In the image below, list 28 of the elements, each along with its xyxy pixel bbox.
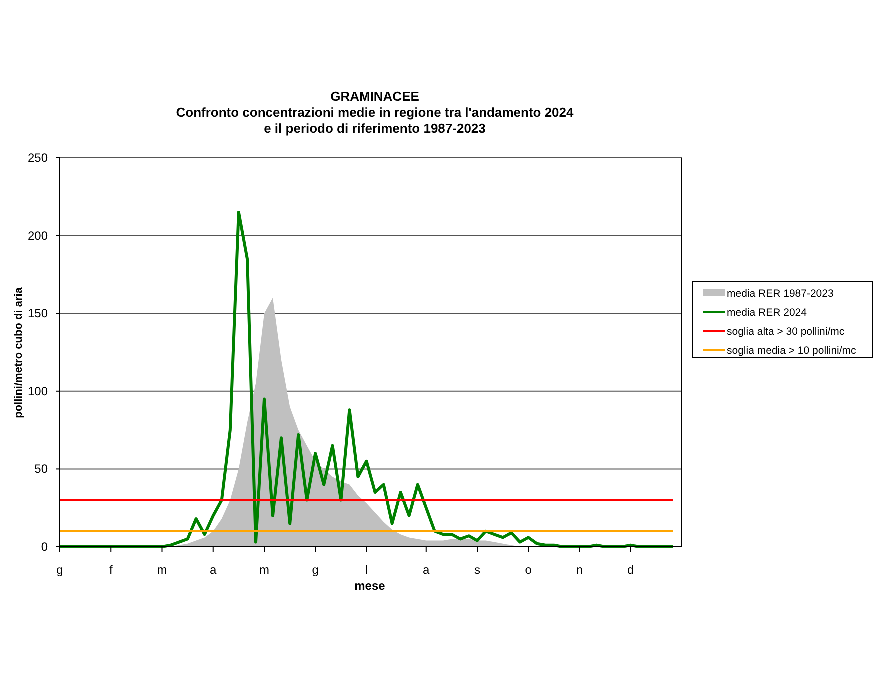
y-tick-label: 0 — [41, 540, 48, 554]
y-tick-label: 100 — [28, 384, 48, 398]
y-tick-label: 50 — [34, 462, 48, 476]
y-axis-title: pollini/metro cubo di aria — [13, 288, 25, 418]
y-tick-label: 250 — [28, 151, 48, 165]
legend-label: soglia alta > 30 pollini/mc — [727, 326, 845, 338]
x-tick-label: d — [628, 563, 634, 577]
x-tick-label: n — [576, 563, 584, 577]
legend-label: media RER 1987-2023 — [727, 288, 834, 300]
x-tick-label: a — [423, 563, 430, 577]
legend-label: media RER 2024 — [727, 307, 807, 319]
x-tick-label: l — [365, 563, 368, 577]
x-tick-label: o — [525, 563, 532, 577]
chart-title: Confronto concentrazioni medie in regione tra l'andamento 2024 — [176, 105, 574, 120]
chart-title: e il periodo di riferimento 1987-2023 — [264, 121, 486, 136]
y-tick-label: 150 — [28, 306, 48, 321]
x-tick-label: s — [474, 563, 480, 577]
x-tick-label: g — [312, 563, 319, 577]
legend-label: soglia media > 10 pollini/mc — [727, 345, 856, 357]
x-tick-label: a — [210, 563, 217, 577]
x-axis-title: mese — [354, 579, 386, 593]
chart-title: GRAMINACEE — [330, 89, 420, 104]
x-tick-label: g — [56, 563, 64, 577]
y-tick-label: 200 — [28, 228, 48, 243]
x-tick-label: f — [109, 563, 113, 577]
x-tick-label: m — [157, 563, 168, 577]
x-tick-label: m — [260, 563, 270, 577]
legend-swatch — [703, 289, 725, 296]
